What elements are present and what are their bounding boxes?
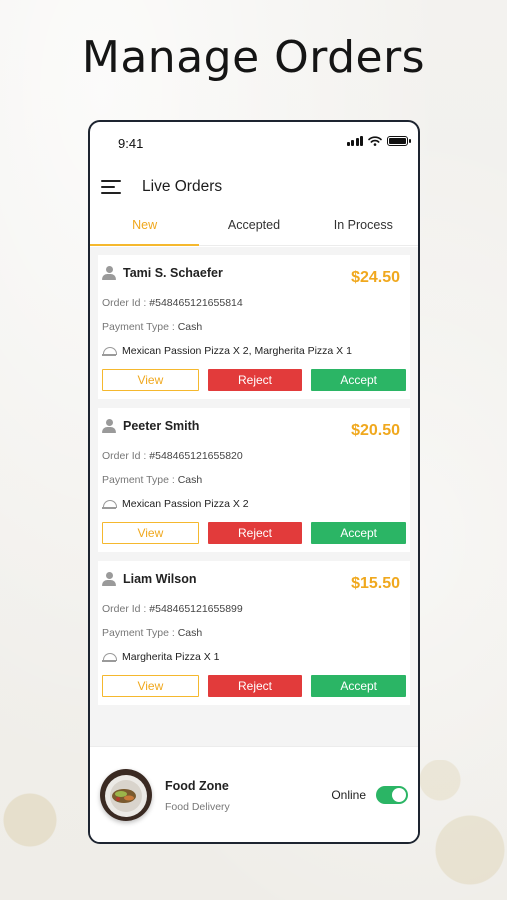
order-items: Mexican Passion Pizza X 2 bbox=[122, 498, 249, 510]
page-title: Live Orders bbox=[142, 178, 223, 195]
customer-name: Peeter Smith bbox=[123, 419, 200, 433]
order-id-value: #548465121655899 bbox=[149, 603, 243, 615]
order-id-value: #548465121655820 bbox=[149, 450, 243, 462]
items-row: Mexican Passion Pizza X 2 bbox=[102, 497, 249, 511]
dish-icon bbox=[102, 497, 117, 511]
order-items: Margherita Pizza X 1 bbox=[122, 651, 220, 663]
reject-button[interactable]: Reject bbox=[207, 369, 303, 391]
order-price: $15.50 bbox=[351, 575, 400, 592]
store-name: Food Zone bbox=[165, 779, 229, 793]
order-actions: View Reject Accept bbox=[102, 675, 407, 697]
payment-label: Payment Type : bbox=[102, 627, 175, 639]
payment-row: Payment Type : Cash bbox=[102, 321, 202, 333]
items-row: Mexican Passion Pizza X 2, Margherita Pi… bbox=[102, 344, 352, 358]
order-id-label: Order Id : bbox=[102, 603, 147, 615]
store-type: Food Delivery bbox=[165, 801, 230, 813]
items-row: Margherita Pizza X 1 bbox=[102, 650, 219, 664]
status-icons bbox=[346, 136, 411, 146]
order-id-row: Order Id : #548465121655820 bbox=[102, 450, 243, 462]
user-icon bbox=[102, 572, 116, 586]
customer-name: Liam Wilson bbox=[123, 572, 197, 586]
app-header: Live Orders bbox=[90, 164, 418, 210]
customer-name: Tami S. Schaefer bbox=[123, 266, 223, 280]
view-button[interactable]: View bbox=[102, 369, 199, 391]
online-label: Online bbox=[331, 788, 366, 802]
order-actions: View Reject Accept bbox=[102, 369, 407, 391]
order-card: Peeter Smith $20.50 Order Id : #54846512… bbox=[98, 408, 410, 552]
toggle-knob bbox=[392, 788, 406, 802]
accept-button[interactable]: Accept bbox=[311, 369, 407, 391]
order-price: $20.50 bbox=[351, 422, 400, 439]
order-id-label: Order Id : bbox=[102, 297, 147, 309]
wifi-icon bbox=[368, 136, 382, 146]
payment-label: Payment Type : bbox=[102, 474, 175, 486]
view-button[interactable]: View bbox=[102, 675, 199, 697]
user-icon bbox=[102, 266, 116, 280]
view-button[interactable]: View bbox=[102, 522, 199, 544]
reject-button[interactable]: Reject bbox=[207, 675, 303, 697]
payment-value: Cash bbox=[177, 627, 203, 639]
store-avatar bbox=[100, 769, 152, 821]
order-items: Mexican Passion Pizza X 2, Margherita Pi… bbox=[122, 345, 352, 357]
order-list: Tami S. Schaefer $24.50 Order Id : #5484… bbox=[90, 247, 418, 747]
customer-row: Tami S. Schaefer bbox=[102, 266, 223, 280]
online-toggle[interactable] bbox=[376, 786, 408, 804]
dish-icon bbox=[102, 344, 117, 358]
signal-icon bbox=[346, 136, 363, 146]
headline: Manage Orders bbox=[81, 32, 426, 83]
order-card: Tami S. Schaefer $24.50 Order Id : #5484… bbox=[98, 255, 410, 399]
order-id-row: Order Id : #548465121655899 bbox=[102, 603, 243, 615]
status-time: 9:41 bbox=[118, 136, 144, 151]
order-actions: View Reject Accept bbox=[102, 522, 407, 544]
phone-frame: 9:41 Live Orders New Accepted In Process bbox=[88, 120, 420, 844]
battery-icon bbox=[387, 136, 411, 146]
reject-button[interactable]: Reject bbox=[207, 522, 303, 544]
order-tabs: New Accepted In Process bbox=[90, 208, 418, 246]
order-card: Liam Wilson $15.50 Order Id : #548465121… bbox=[98, 561, 410, 705]
store-footer: Food Zone Food Delivery Online bbox=[90, 746, 418, 842]
accept-button[interactable]: Accept bbox=[311, 522, 407, 544]
order-id-label: Order Id : bbox=[102, 450, 147, 462]
accept-button[interactable]: Accept bbox=[311, 675, 407, 697]
payment-row: Payment Type : Cash bbox=[102, 627, 202, 639]
order-price: $24.50 bbox=[351, 269, 400, 286]
order-id-value: #548465121655814 bbox=[149, 297, 243, 309]
customer-row: Liam Wilson bbox=[102, 572, 197, 586]
tab-new[interactable]: New bbox=[90, 208, 200, 246]
payment-value: Cash bbox=[177, 321, 203, 333]
order-id-row: Order Id : #548465121655814 bbox=[102, 297, 243, 309]
user-icon bbox=[102, 419, 116, 433]
payment-row: Payment Type : Cash bbox=[102, 474, 202, 486]
dish-icon bbox=[102, 650, 117, 664]
customer-row: Peeter Smith bbox=[102, 419, 199, 433]
status-bar: 9:41 bbox=[90, 122, 418, 164]
menu-icon[interactable] bbox=[101, 180, 121, 194]
payment-value: Cash bbox=[177, 474, 203, 486]
payment-label: Payment Type : bbox=[102, 321, 175, 333]
tab-accepted[interactable]: Accepted bbox=[199, 208, 308, 245]
tab-in-process[interactable]: In Process bbox=[309, 208, 418, 245]
